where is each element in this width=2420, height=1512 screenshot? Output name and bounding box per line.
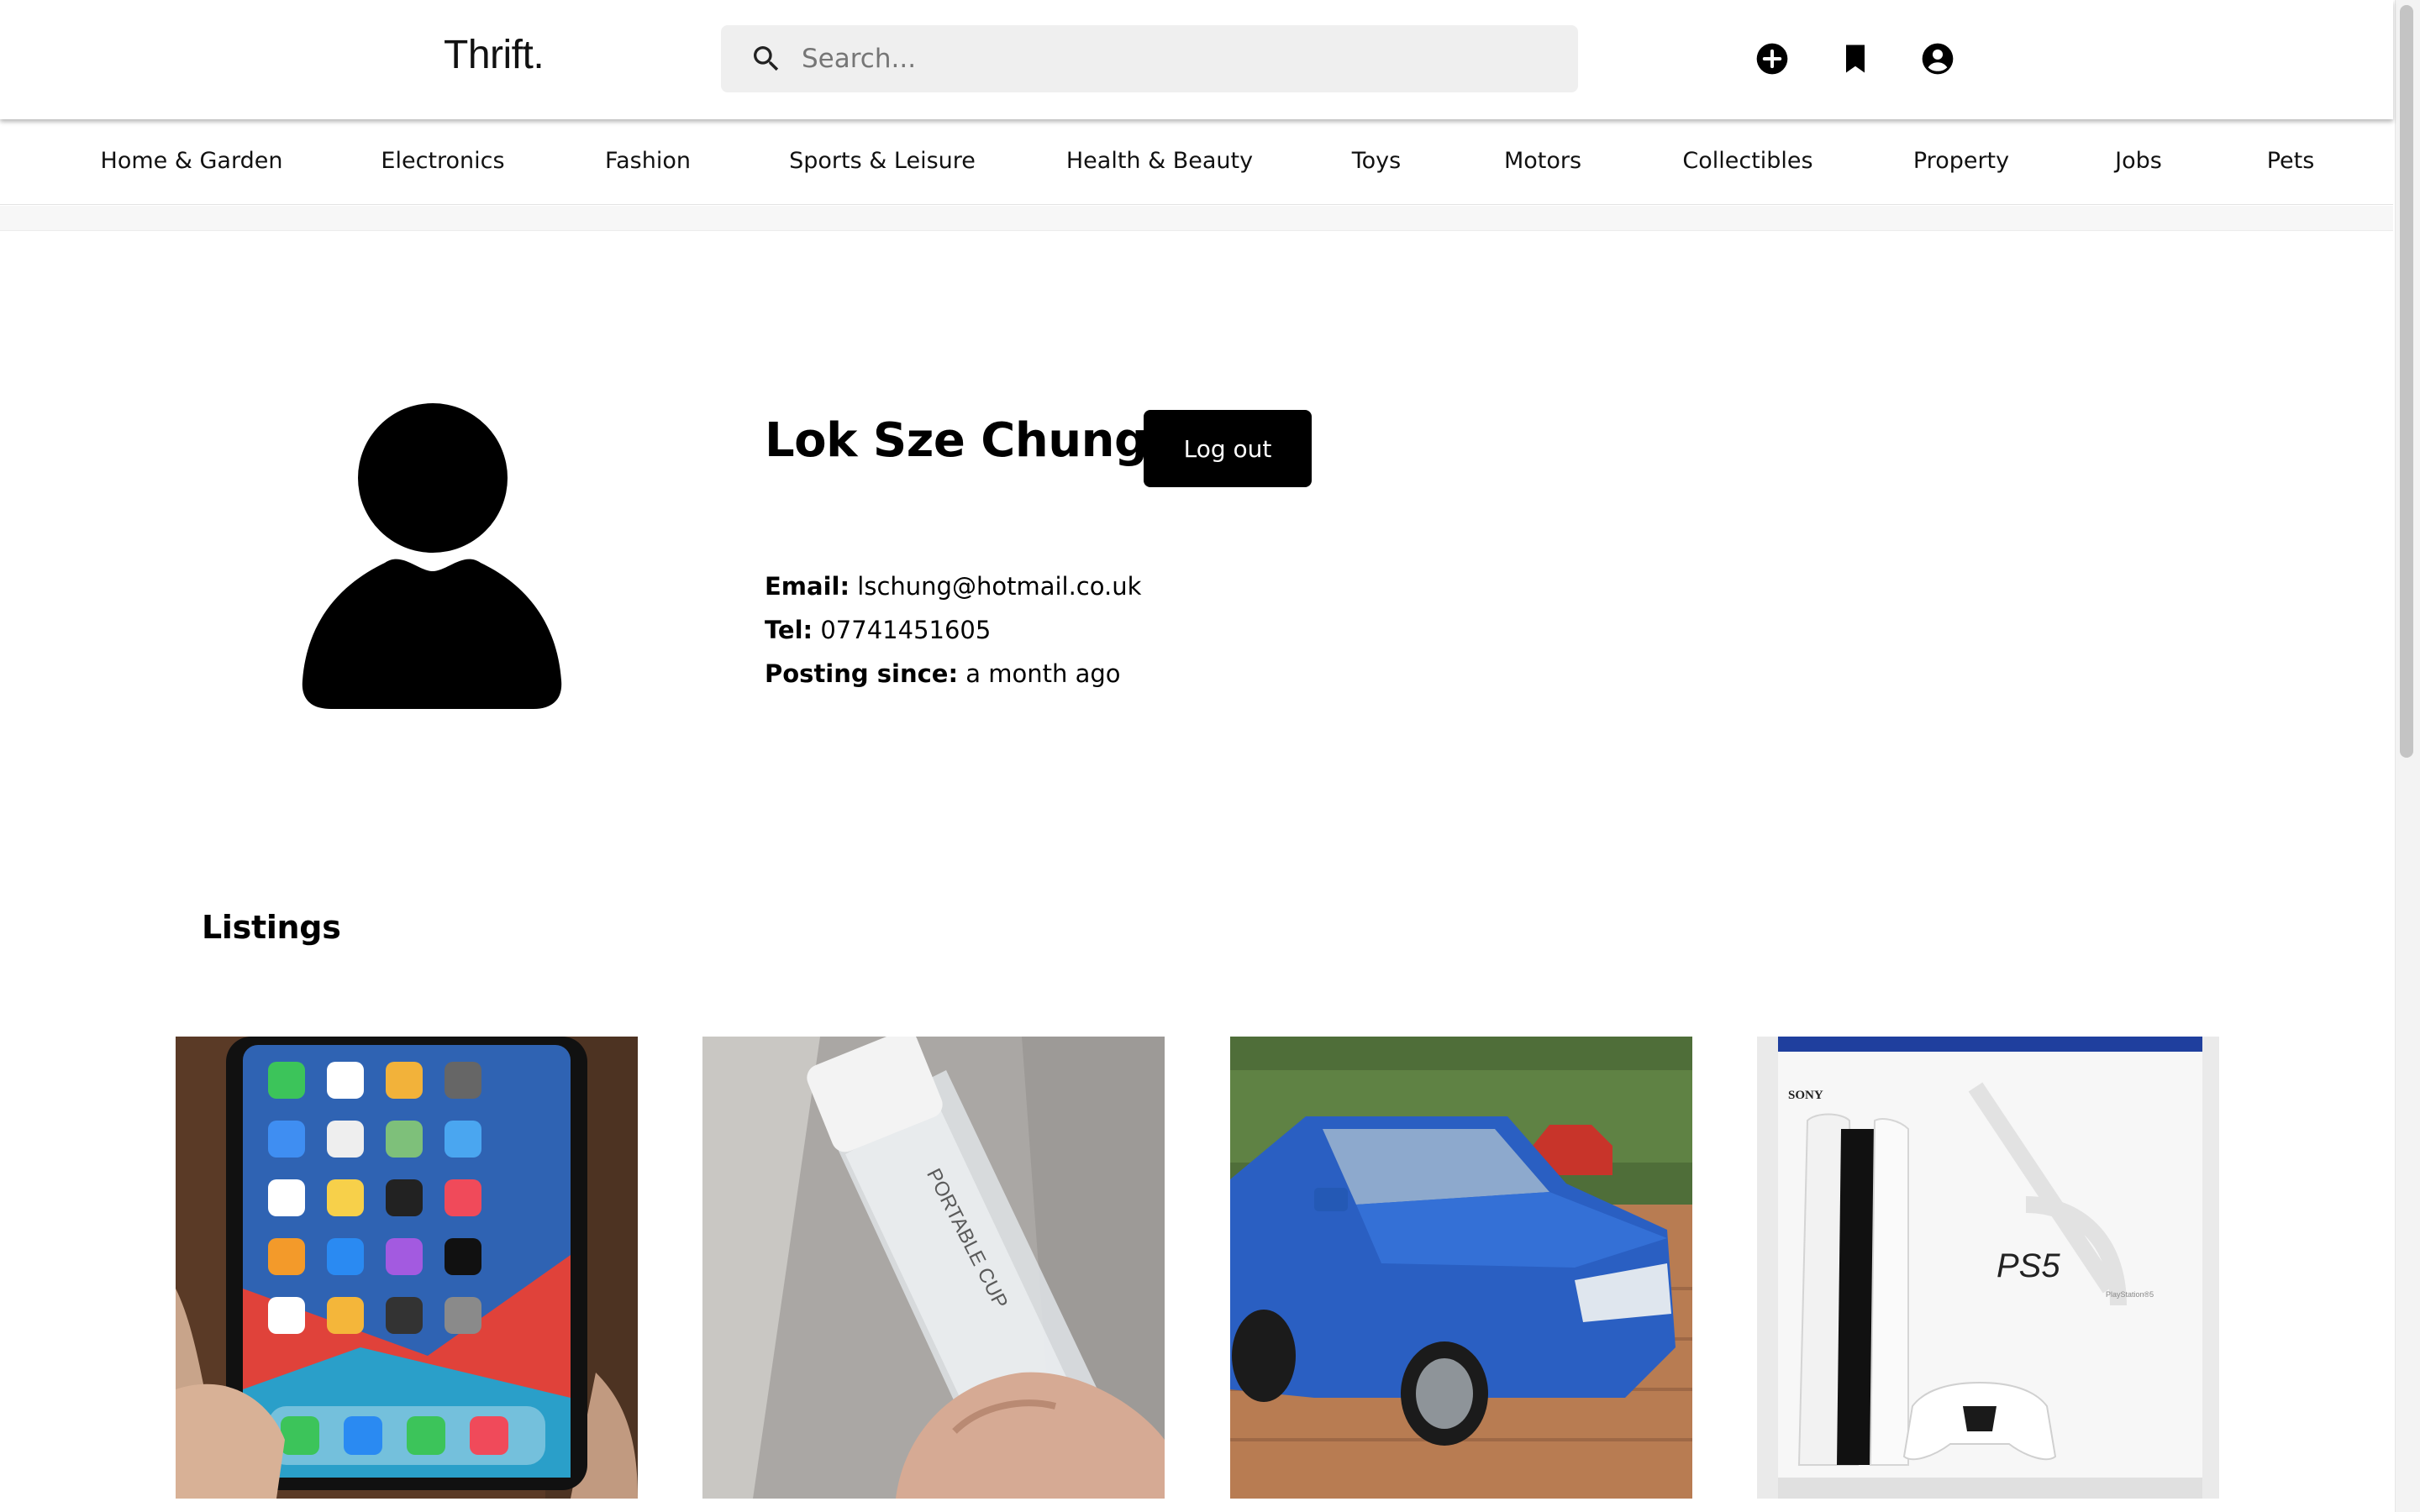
category-fashion[interactable]: Fashion	[605, 148, 691, 174]
box-product-label: PS5	[1996, 1247, 2060, 1284]
tel-value: 07741451605	[820, 616, 992, 644]
category-nav: Home & Garden Electronics Fashion Sports…	[0, 119, 2393, 205]
scrollbar-thumb[interactable]	[2400, 5, 2413, 758]
iphone-photo	[176, 1037, 638, 1499]
listing-card-ps5[interactable]: SONY PS5 PlayStation®5	[1757, 1037, 2219, 1499]
search-bar[interactable]	[721, 25, 1578, 92]
listing-card-blue-car[interactable]	[1230, 1037, 1692, 1499]
category-sports-leisure[interactable]: Sports & Leisure	[789, 148, 976, 174]
box-subtitle: PlayStation®5	[2106, 1290, 2154, 1299]
posting-since-line: Posting since: a month ago	[765, 659, 1121, 688]
logout-button[interactable]: Log out	[1144, 410, 1312, 487]
posting-since-label: Posting since:	[765, 659, 959, 688]
category-collectibles[interactable]: Collectibles	[1682, 148, 1812, 174]
bookmark-icon[interactable]	[1837, 40, 1874, 77]
tel-line: Tel: 07741451605	[765, 616, 991, 644]
email-label: Email:	[765, 572, 850, 601]
posting-since-value: a month ago	[965, 659, 1121, 688]
tel-label: Tel:	[765, 616, 813, 644]
category-home-garden[interactable]: Home & Garden	[101, 148, 283, 174]
category-health-beauty[interactable]: Health & Beauty	[1066, 148, 1253, 174]
email-value: lschung@hotmail.co.uk	[857, 572, 1142, 601]
listing-card-portable-cup[interactable]: PORTABLE CUP	[702, 1037, 1165, 1499]
box-brand-label: SONY	[1788, 1089, 1823, 1102]
user-name: Lok Sze Chung	[765, 413, 1148, 468]
listing-card-iphone[interactable]	[176, 1037, 638, 1499]
blue-car-photo	[1230, 1037, 1692, 1499]
ps5-box-photo: SONY PS5 PlayStation®5	[1757, 1037, 2219, 1499]
category-toys[interactable]: Toys	[1352, 148, 1401, 174]
search-input[interactable]	[802, 25, 1558, 92]
listings-heading: Listings	[202, 909, 341, 946]
email-line: Email: lschung@hotmail.co.uk	[765, 572, 1141, 601]
site-logo[interactable]: Thrift.	[444, 32, 544, 78]
add-listing-icon[interactable]	[1754, 40, 1791, 77]
category-property[interactable]: Property	[1913, 148, 2009, 174]
search-icon	[754, 46, 779, 71]
profile-avatar-icon	[302, 403, 562, 709]
category-pets[interactable]: Pets	[2267, 148, 2315, 174]
sub-nav-bar	[0, 206, 2393, 231]
account-icon[interactable]	[1919, 40, 1956, 77]
site-header: Thrift.	[0, 0, 2393, 119]
category-motors[interactable]: Motors	[1504, 148, 1581, 174]
category-electronics[interactable]: Electronics	[381, 148, 504, 174]
category-jobs[interactable]: Jobs	[2115, 148, 2162, 174]
portable-cup-photo: PORTABLE CUP	[702, 1037, 1165, 1499]
